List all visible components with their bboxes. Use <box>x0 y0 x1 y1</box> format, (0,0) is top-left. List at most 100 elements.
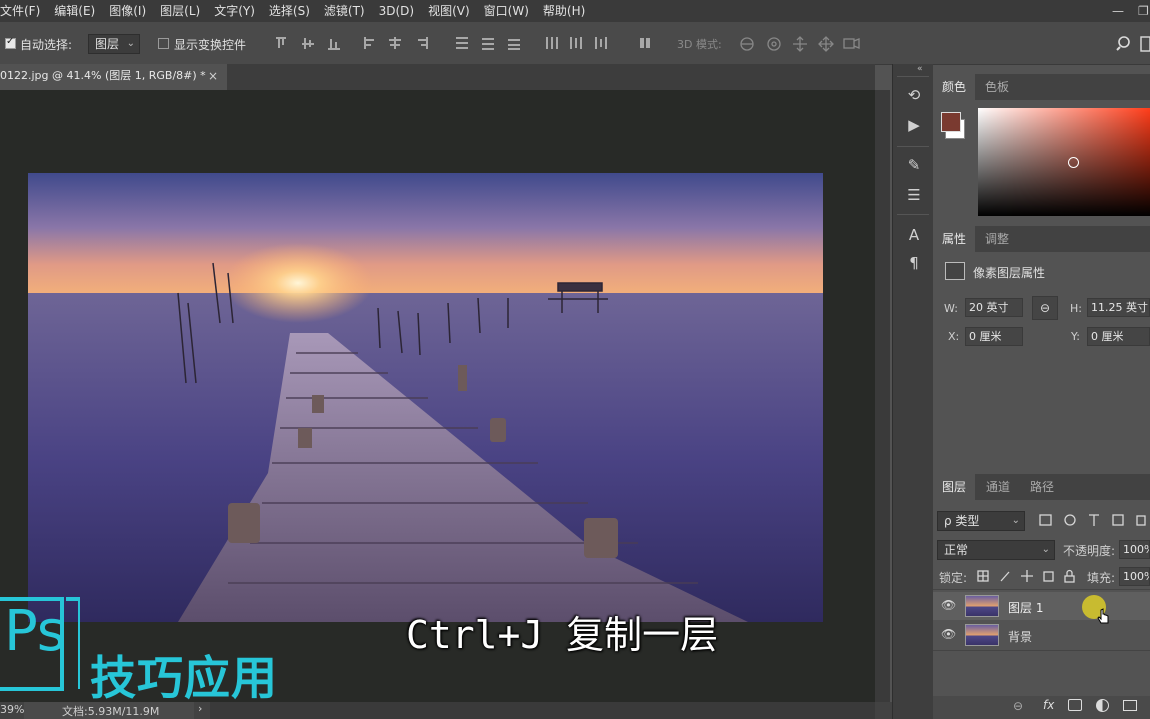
menu-bar: 文件(F) 编辑(E) 图像(I) 图层(L) 文字(Y) 选择(S) 滤镜(T… <box>0 0 1150 22</box>
tab-color[interactable]: 颜色 <box>933 74 975 100</box>
document-tab[interactable]: 0122.jpg @ 41.4% (图层 1, RGB/8#) * × <box>0 64 227 90</box>
brand-text: 技巧应用 <box>90 651 278 705</box>
document-image[interactable] <box>28 173 823 622</box>
menu-filter[interactable]: 滤镜(T) <box>317 0 372 22</box>
tab-adjustments[interactable]: 调整 <box>977 226 1017 252</box>
height-field[interactable]: 11.25 英寸 <box>1087 298 1150 317</box>
ps-logo-text: Ps <box>4 599 66 664</box>
3d-mode-label: 3D 模式: <box>677 38 722 51</box>
history-icon[interactable]: ⟲ <box>903 84 925 106</box>
horizontal-scrollbar[interactable] <box>210 702 875 719</box>
mask-icon[interactable] <box>1068 699 1082 711</box>
layer-row[interactable]: 👁 图层 1 <box>933 592 1150 620</box>
x-field[interactable]: 0 厘米 <box>965 327 1023 346</box>
minimize-icon[interactable]: — <box>1112 4 1124 18</box>
show-transform-checkbox[interactable] <box>158 38 169 49</box>
eye-icon[interactable]: 👁 <box>941 627 957 641</box>
lock-icons[interactable] <box>977 569 1077 585</box>
layer-name: 图层 1 <box>1008 601 1044 615</box>
layer-filter-dropdown[interactable]: ρ 类型 ⌄ <box>937 511 1025 531</box>
menu-window[interactable]: 窗口(W) <box>477 0 536 22</box>
menu-file[interactable]: 文件(F) <box>0 0 47 22</box>
blend-mode-dropdown[interactable]: 正常 ⌄ <box>937 540 1055 560</box>
layer-name: 背景 <box>1008 630 1033 644</box>
show-transform-label: 显示变换控件 <box>174 38 247 52</box>
auto-select-label: 自动选择: <box>20 38 73 52</box>
document-size: 文档:5.93M/11.9M <box>62 705 160 718</box>
fill-label: 填充: <box>1087 571 1116 585</box>
fill-field[interactable]: 100% <box>1119 567 1150 586</box>
collapse-icon[interactable]: « <box>917 64 923 74</box>
menu-layer[interactable]: 图层(L) <box>153 0 207 22</box>
status-arrow-icon[interactable]: › <box>198 702 202 715</box>
layer-thumbnail <box>965 595 999 617</box>
brush-settings-icon[interactable]: ☰ <box>903 184 925 206</box>
menu-help[interactable]: 帮助(H) <box>536 0 592 22</box>
y-field[interactable]: 0 厘米 <box>1087 327 1150 346</box>
opacity-field[interactable]: 100% <box>1119 540 1150 559</box>
tab-properties[interactable]: 属性 <box>933 226 975 252</box>
eye-icon[interactable]: 👁 <box>941 598 957 612</box>
layers-bottom-bar: ⊖ fx <box>933 696 1150 719</box>
options-bar: 自动选择: 图层 ⌄ 显示变换控件 3D 模式: <box>0 22 1150 65</box>
layer-filter-icons[interactable] <box>1037 513 1150 529</box>
foreground-color-swatch[interactable] <box>941 112 961 132</box>
paragraph-icon[interactable]: ¶ <box>903 252 925 274</box>
w-label: W: <box>944 302 958 315</box>
menu-type[interactable]: 文字(Y) <box>207 0 262 22</box>
character-icon[interactable]: A <box>903 224 925 246</box>
h-label: H: <box>1070 302 1082 315</box>
auto-select-value: 图层 <box>95 37 120 51</box>
color-picker-field[interactable] <box>978 108 1150 216</box>
link-dimensions-icon[interactable]: ⊖ <box>1032 296 1058 320</box>
auto-select-checkbox[interactable] <box>5 36 16 49</box>
chevron-down-icon: ⌄ <box>126 38 135 49</box>
brush-icon[interactable]: ✎ <box>903 154 925 176</box>
panel-icon-strip: « ⟲ ▶ ✎ ☰ A ¶ <box>892 64 933 719</box>
fx-icon[interactable]: fx <box>1043 698 1054 712</box>
chevron-down-icon: ⌄ <box>1041 544 1050 555</box>
tab-channels[interactable]: 通道 <box>977 474 1019 500</box>
menu-edit[interactable]: 编辑(E) <box>47 0 102 22</box>
color-panel: 颜色 色板 <box>933 74 1150 222</box>
color-picker-handle[interactable] <box>1068 157 1079 168</box>
menu-3d[interactable]: 3D(D) <box>372 0 421 22</box>
auto-select-dropdown[interactable]: 图层 ⌄ <box>88 34 140 54</box>
align-distribute-icons[interactable] <box>270 35 660 53</box>
close-tab-icon[interactable]: × <box>208 64 218 88</box>
properties-panel-tabs: 属性 调整 <box>933 226 1150 252</box>
adjustment-icon[interactable] <box>1096 699 1109 712</box>
x-label: X: <box>948 330 960 343</box>
properties-title: 像素图层属性 <box>973 266 1046 280</box>
layers-panel-tabs: 图层 通道 路径 <box>933 474 1150 500</box>
vertical-scrollbar[interactable] <box>875 90 890 702</box>
play-icon[interactable]: ▶ <box>903 114 925 136</box>
chevron-down-icon: ⌄ <box>1011 515 1020 526</box>
tab-paths[interactable]: 路径 <box>1021 474 1063 500</box>
3d-mode-icons[interactable] <box>738 34 868 54</box>
menu-select[interactable]: 选择(S) <box>262 0 317 22</box>
caption-text: Ctrl+J 复制一层 <box>406 613 719 657</box>
layers-panel: 图层 通道 路径 ρ 类型 ⌄ 正常 ⌄ 不透明度: 100% 锁定: 填充: 10… <box>933 474 1150 719</box>
menu-view[interactable]: 视图(V) <box>421 0 477 22</box>
folder-icon[interactable] <box>1123 700 1137 711</box>
link-icon[interactable]: ⊖ <box>1013 699 1023 713</box>
menu-image[interactable]: 图像(I) <box>102 0 153 22</box>
workspace-icon[interactable] <box>1140 36 1150 52</box>
zoom-level[interactable]: 39% <box>0 703 24 716</box>
search-icon[interactable] <box>1116 35 1134 53</box>
blend-mode-value: 正常 <box>944 543 969 557</box>
layer-row[interactable]: 👁 背景 <box>933 621 1150 649</box>
hand-cursor-icon <box>1097 608 1109 624</box>
y-label: Y: <box>1071 330 1080 343</box>
tab-swatches[interactable]: 色板 <box>977 74 1017 100</box>
tab-layers[interactable]: 图层 <box>933 474 975 500</box>
opacity-label: 不透明度: <box>1063 544 1116 558</box>
lock-label: 锁定: <box>939 571 968 585</box>
pixel-layer-icon <box>945 262 965 280</box>
layer-filter-value: ρ 类型 <box>944 514 980 528</box>
restore-icon[interactable]: ❐ <box>1138 4 1149 18</box>
document-tab-title: 0122.jpg @ 41.4% (图层 1, RGB/8#) * <box>0 69 206 82</box>
width-field[interactable]: 20 英寸 <box>965 298 1023 317</box>
color-panel-tabs: 颜色 色板 <box>933 74 1150 100</box>
